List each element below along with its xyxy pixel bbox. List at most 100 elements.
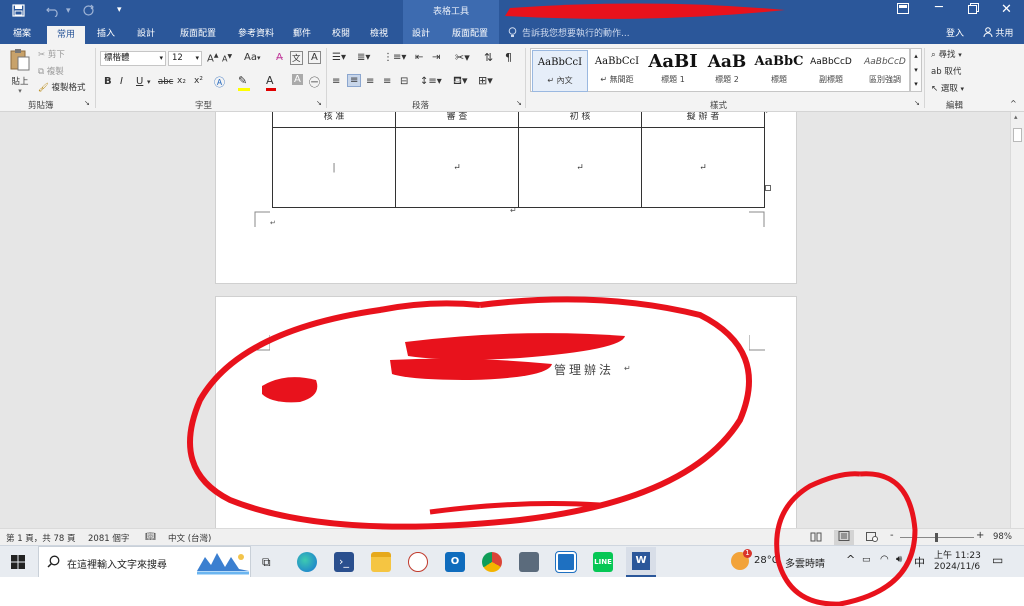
font-name-combo[interactable]: 標楷體 ▾: [100, 51, 166, 66]
tab-references[interactable]: 參考資料: [230, 24, 282, 44]
tab-view[interactable]: 檢視: [364, 24, 394, 44]
zoom-in-button[interactable]: +: [976, 530, 984, 541]
asian-layout-icon[interactable]: ✂▾: [455, 51, 470, 64]
edge-icon[interactable]: [297, 552, 317, 572]
battery-icon[interactable]: ▭: [862, 555, 871, 565]
clock-date[interactable]: 2024/11/6: [934, 562, 980, 572]
shading-icon[interactable]: ⛾▾: [453, 74, 468, 89]
phonetic-guide-icon[interactable]: 文: [290, 51, 303, 65]
windows-start-icon[interactable]: [11, 555, 25, 572]
remote-desktop-icon[interactable]: [555, 551, 577, 573]
powershell-icon[interactable]: ›_: [334, 552, 354, 572]
align-right-icon[interactable]: ≡: [366, 76, 374, 87]
tab-table-design[interactable]: 設計: [406, 24, 436, 44]
clipboard-launcher-icon[interactable]: ↘: [84, 99, 90, 107]
weather-text[interactable]: 多雲時晴: [785, 555, 825, 570]
ribbon-display-icon[interactable]: [897, 3, 909, 17]
clock-time[interactable]: 上午 11:23: [934, 548, 981, 561]
page-1[interactable]: 核 准 審 查 初 核 擬 辦 者 | ↵ ↵ ↵ ↵ ↵ ↵: [215, 112, 797, 284]
line-spacing-icon[interactable]: ↕≡▾: [420, 76, 442, 87]
align-center-icon[interactable]: ≡: [347, 74, 362, 87]
strikethrough-button[interactable]: abc: [158, 77, 173, 87]
outlook-icon[interactable]: O: [445, 552, 465, 572]
style-title[interactable]: AaBbC 標題: [751, 50, 807, 92]
grow-font-button[interactable]: A▲: [207, 52, 218, 64]
styles-launcher-icon[interactable]: ↘: [914, 99, 920, 107]
font-launcher-icon[interactable]: ↘: [316, 99, 322, 107]
bullets-icon[interactable]: ☰▾: [332, 52, 346, 63]
zoom-slider[interactable]: [900, 533, 974, 542]
style-heading-2[interactable]: AaB 標題 2: [699, 50, 755, 92]
font-size-combo[interactable]: 12 ▾: [168, 51, 202, 66]
tab-insert[interactable]: 插入: [90, 24, 122, 44]
minimize-icon[interactable]: ─: [935, 0, 943, 15]
align-left-icon[interactable]: ≡: [332, 76, 340, 87]
table-header-cell[interactable]: 核 准: [272, 112, 396, 128]
close-icon[interactable]: ✕: [1001, 2, 1012, 17]
multilevel-list-icon[interactable]: ⋮≡▾: [383, 52, 406, 63]
print-layout-icon[interactable]: [834, 530, 854, 545]
undo-dropdown-icon[interactable]: ▾: [66, 6, 71, 16]
page-2[interactable]: 管理辦法 ↵: [215, 296, 797, 528]
zoom-out-button[interactable]: -: [890, 530, 894, 541]
redo-icon[interactable]: [82, 4, 95, 20]
zoom-level[interactable]: 98%: [993, 532, 1012, 542]
scroll-up-icon[interactable]: ▴: [1014, 113, 1018, 121]
change-case-button[interactable]: Aa▾: [244, 52, 260, 63]
increase-indent-icon[interactable]: ⇥: [432, 52, 440, 63]
distributed-icon[interactable]: ⊟: [400, 76, 408, 87]
scrollbar-thumb[interactable]: [1013, 128, 1022, 142]
restore-icon[interactable]: [968, 3, 979, 17]
paragraph-launcher-icon[interactable]: ↘: [516, 99, 522, 107]
shrink-font-button[interactable]: A▼: [222, 53, 232, 64]
superscript-button[interactable]: x²: [194, 76, 203, 86]
file-explorer-icon[interactable]: [371, 552, 391, 572]
approval-table[interactable]: 核 准 審 查 初 核 擬 辦 者 | ↵ ↵ ↵: [272, 112, 765, 208]
task-view-icon[interactable]: ⧉: [262, 555, 271, 570]
char-shading-icon[interactable]: A: [292, 74, 303, 85]
underline-button[interactable]: U: [136, 76, 143, 87]
tell-me-box[interactable]: 告訴我您想要執行的動作...: [522, 24, 630, 44]
char-border-icon[interactable]: A: [308, 51, 321, 64]
tab-review[interactable]: 校閱: [326, 24, 356, 44]
language-indicator[interactable]: 中文 (台灣): [168, 532, 211, 544]
share-button[interactable]: 共用: [976, 24, 1020, 44]
style-no-spacing[interactable]: AaBbCcI ↵ 無間距: [589, 50, 645, 92]
web-layout-icon[interactable]: [866, 532, 878, 545]
document-title-text[interactable]: 管理辦法: [554, 361, 614, 378]
style-subtle-emphasis[interactable]: AaBbCcD 區別強調: [857, 50, 913, 92]
scroll-down-icon[interactable]: ▾: [911, 63, 921, 77]
tab-file[interactable]: 檔案: [6, 24, 38, 44]
text-effects-icon[interactable]: Ⓐ: [214, 74, 225, 90]
table-header-cell[interactable]: 審 查: [395, 112, 519, 128]
decrease-indent-icon[interactable]: ⇤: [415, 52, 423, 63]
wifi-icon[interactable]: ◠: [880, 554, 889, 565]
tab-layout[interactable]: 版面配置: [172, 24, 224, 44]
zoom-slider-thumb[interactable]: [935, 533, 939, 542]
customize-icon[interactable]: ▾: [117, 5, 122, 15]
style-normal[interactable]: AaBbCcI ↵ 內文: [532, 50, 588, 92]
read-mode-icon[interactable]: [810, 532, 822, 545]
replace-button[interactable]: ab 取代: [931, 65, 961, 77]
enclose-char-icon[interactable]: ㊀: [309, 74, 320, 90]
highlight-icon[interactable]: ✎: [238, 74, 247, 87]
clear-format-icon[interactable]: A̶: [276, 52, 283, 63]
paste-dropdown-icon[interactable]: ▾: [7, 87, 33, 95]
device-manager-icon[interactable]: [519, 552, 539, 572]
word-count[interactable]: 2081 個字: [88, 532, 129, 544]
bold-button[interactable]: B: [104, 76, 112, 87]
chrome-icon[interactable]: [482, 552, 502, 572]
undo-icon[interactable]: [46, 4, 60, 20]
numbering-icon[interactable]: ≣▾: [357, 52, 370, 63]
notification-icon[interactable]: ▭: [992, 553, 1003, 567]
scroll-up-icon[interactable]: ▴: [911, 49, 921, 63]
underline-dropdown-icon[interactable]: ▾: [147, 78, 151, 86]
style-subtitle[interactable]: AaBbCcD 副標題: [803, 50, 859, 92]
justify-icon[interactable]: ≡: [383, 76, 391, 87]
proofing-icon[interactable]: 📖︎: [145, 532, 156, 542]
line-icon[interactable]: LINE: [593, 552, 613, 572]
tab-home[interactable]: 常用: [47, 26, 85, 44]
table-cell[interactable]: ↵: [395, 127, 519, 208]
font-color-button[interactable]: A: [266, 74, 274, 87]
save-icon[interactable]: [12, 4, 25, 20]
